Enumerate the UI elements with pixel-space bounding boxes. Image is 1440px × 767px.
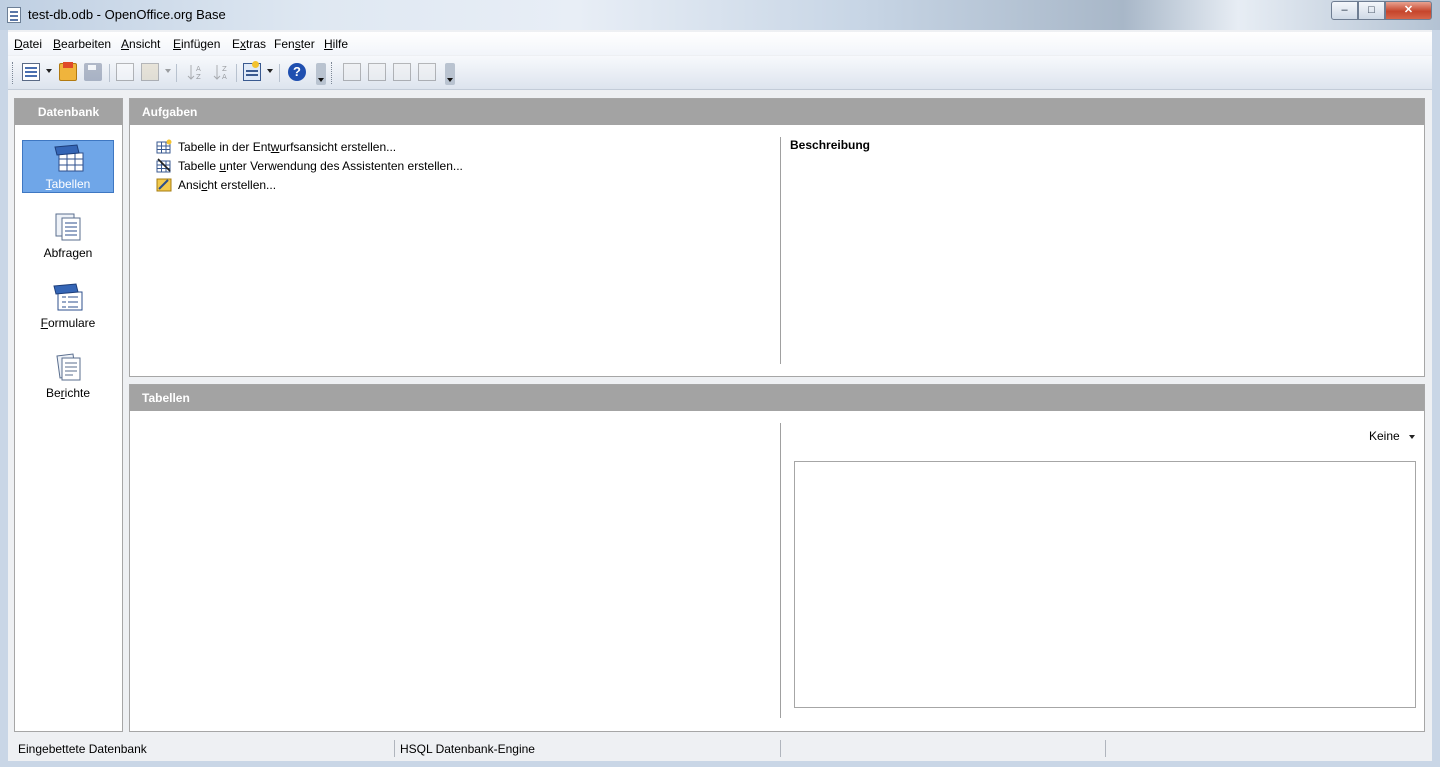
- toolbar-grip[interactable]: [331, 62, 334, 84]
- open-folder-icon[interactable]: [59, 62, 77, 81]
- nav-item-label: Berichte: [45, 386, 91, 400]
- paste-dropdown-arrow[interactable]: [165, 69, 171, 73]
- task-create-view[interactable]: Ansicht erstellen...: [156, 178, 276, 192]
- task-create-table-wizard[interactable]: Tabelle unter Verwendung des Assistenten…: [156, 158, 463, 173]
- tables-panel-header: Tabellen: [130, 385, 1424, 411]
- forms-icon: [53, 283, 83, 311]
- database-panel: Datenbank Tabellen Abfragen Formulare Be…: [14, 98, 123, 732]
- new-document-icon[interactable]: [22, 63, 40, 81]
- maximize-button[interactable]: □: [1358, 1, 1385, 20]
- task-create-table-design[interactable]: Tabelle in der Entwurfsansicht erstellen…: [156, 139, 396, 154]
- close-button[interactable]: ✕: [1385, 1, 1432, 20]
- tasks-panel: Aufgaben Tabelle in der Entwurfsansicht …: [129, 98, 1425, 377]
- menu-bar: Datei Bearbeiten Ansicht Einfügen Extras…: [8, 32, 1432, 55]
- menu-datei[interactable]: Datei: [14, 37, 42, 51]
- nav-item-formulare[interactable]: Formulare: [22, 280, 114, 333]
- form-dropdown-arrow[interactable]: [267, 69, 273, 73]
- paste-icon[interactable]: [141, 63, 159, 81]
- table-design-icon: [156, 139, 172, 154]
- menu-hilfe[interactable]: Hilfe: [324, 37, 348, 51]
- rename-icon[interactable]: [418, 63, 436, 81]
- svg-text:A: A: [196, 65, 201, 73]
- preview-box: [794, 461, 1416, 708]
- queries-icon: [55, 213, 81, 241]
- status-separator: [780, 740, 781, 757]
- toolbar-grip[interactable]: [12, 62, 15, 84]
- nav-item-berichte[interactable]: Berichte: [22, 350, 114, 403]
- help-icon[interactable]: ?: [288, 63, 306, 81]
- copy-icon[interactable]: [116, 63, 134, 81]
- menu-bearbeiten[interactable]: Bearbeiten: [53, 37, 111, 51]
- minimize-button[interactable]: ‒: [1331, 1, 1358, 20]
- tasks-panel-header: Aufgaben: [130, 99, 1424, 125]
- nav-item-label: Tabellen: [45, 177, 91, 191]
- sort-ascending-icon[interactable]: AZ: [186, 63, 204, 81]
- tables-icon: [54, 144, 84, 172]
- svg-text:Z: Z: [222, 65, 227, 73]
- menu-ansicht[interactable]: Ansicht: [121, 37, 160, 51]
- sort-descending-icon[interactable]: ZA: [212, 63, 230, 81]
- new-dropdown-arrow[interactable]: [46, 69, 52, 73]
- delete-icon[interactable]: [393, 63, 411, 81]
- toolbar-separator: [279, 64, 280, 82]
- menu-fenster[interactable]: Fenster: [274, 37, 315, 51]
- nav-item-tabellen[interactable]: Tabellen: [22, 140, 114, 193]
- table-list[interactable]: [138, 421, 778, 721]
- status-bar: Eingebettete Datenbank HSQL Datenbank-En…: [8, 738, 1432, 761]
- tables-divider: [780, 423, 781, 718]
- standard-toolbar: AZ ZA ?: [8, 56, 1432, 90]
- tables-panel: Tabellen Keine: [129, 384, 1425, 732]
- nav-item-abfragen[interactable]: Abfragen: [22, 210, 114, 263]
- chevron-down-icon: [1409, 434, 1416, 439]
- open-database-object-icon[interactable]: [343, 63, 361, 81]
- toolbar-separator: [176, 64, 177, 82]
- description-title: Beschreibung: [790, 138, 871, 152]
- table-wizard-icon: [156, 158, 171, 173]
- title-bar[interactable]: test-db.odb - OpenOffice.org Base ‒ □ ✕: [0, 0, 1440, 30]
- status-separator: [394, 740, 395, 757]
- toolbar-separator: [236, 64, 237, 82]
- preview-mode-label: Keine: [1369, 429, 1400, 443]
- svg-text:A: A: [222, 73, 227, 81]
- window-title: test-db.odb - OpenOffice.org Base: [28, 7, 226, 22]
- view-create-icon: [156, 178, 172, 192]
- nav-item-label: Formulare: [40, 316, 96, 330]
- save-icon[interactable]: [84, 63, 102, 81]
- menu-extras[interactable]: Extras: [232, 37, 266, 51]
- form-icon[interactable]: [243, 61, 261, 81]
- database-document-icon: [7, 7, 21, 23]
- edit-icon[interactable]: [368, 63, 386, 81]
- reports-icon: [56, 353, 81, 381]
- tasks-divider: [780, 137, 781, 364]
- toolbar-overflow-button[interactable]: [445, 63, 455, 85]
- toolbar-overflow-button[interactable]: [316, 63, 326, 85]
- database-panel-header: Datenbank: [15, 99, 122, 125]
- preview-mode-dropdown[interactable]: Keine: [1369, 429, 1416, 443]
- toolbar-separator: [109, 64, 110, 82]
- nav-item-label: Abfragen: [43, 246, 93, 260]
- status-separator: [1105, 740, 1106, 757]
- svg-text:Z: Z: [196, 73, 201, 81]
- menu-einfuegen[interactable]: Einfügen: [173, 37, 220, 51]
- status-database-type: Eingebettete Datenbank: [18, 742, 147, 756]
- status-engine: HSQL Datenbank-Engine: [400, 742, 535, 756]
